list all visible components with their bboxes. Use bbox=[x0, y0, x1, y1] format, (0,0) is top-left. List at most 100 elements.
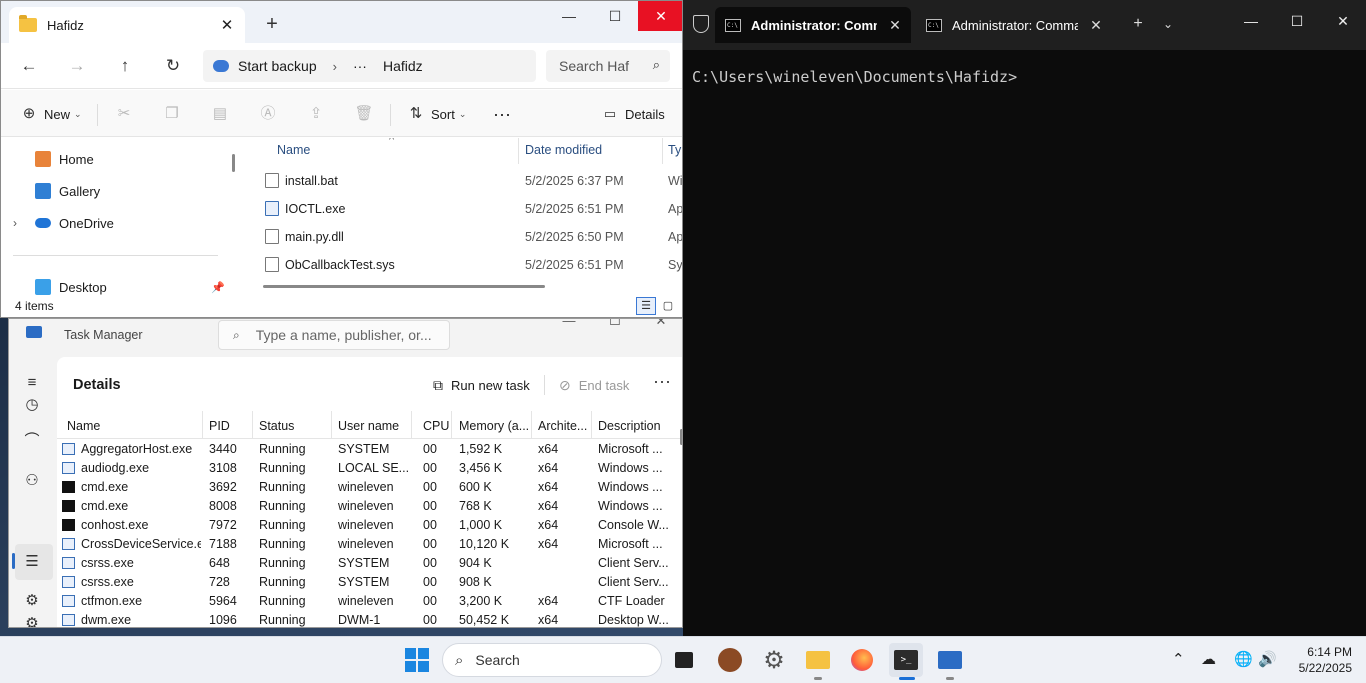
cut-icon[interactable]: ✂ bbox=[114, 102, 134, 126]
breadcrumb-hafidz[interactable]: Hafidz bbox=[383, 58, 423, 74]
forward-arrow-icon[interactable]: → bbox=[63, 53, 91, 79]
close-window-button[interactable]: ✕ bbox=[638, 1, 682, 31]
startup-apps-icon[interactable]: ⌒ bbox=[22, 431, 42, 451]
file-row[interactable]: ObCallbackTest.sys 5/2/2025 6:51 PM Sy bbox=[243, 251, 682, 279]
end-task-button[interactable]: ⊘ End task bbox=[559, 377, 629, 394]
maximize-button[interactable]: ☐ bbox=[592, 1, 638, 31]
users-icon[interactable]: ⚇ bbox=[22, 471, 42, 491]
process-row[interactable]: dwm.exe 1096 Running DWM-1 00 50,452 K x64 Desk… bbox=[57, 611, 682, 627]
process-row[interactable]: conhost.exe 7972 Running wineleven 00 1,000 K… bbox=[57, 516, 682, 535]
settings-app-icon[interactable]: ⚙ bbox=[757, 643, 791, 677]
command-prompt-line[interactable]: C:\Users\wineleven\Documents\Hafidz> bbox=[692, 68, 1017, 86]
process-row[interactable]: cmd.exe 8008 Running wineleven 00 768 K x64 Win… bbox=[57, 497, 682, 516]
breadcrumb-ellipsis[interactable]: ··· bbox=[353, 58, 367, 74]
sort-button[interactable]: ⇅ Sort ⌄ bbox=[406, 102, 467, 126]
more-options-icon[interactable]: ··· bbox=[493, 102, 511, 126]
pin-icon[interactable]: 📌 bbox=[211, 281, 225, 294]
column-header-memory[interactable]: Memory (a... bbox=[459, 419, 529, 433]
address-bar[interactable]: Start backup › ··· Hafidz bbox=[203, 50, 536, 82]
process-status: Running bbox=[259, 537, 306, 551]
more-options-icon[interactable]: ··· bbox=[653, 371, 671, 392]
back-arrow-icon[interactable]: ← bbox=[15, 53, 43, 79]
refresh-icon[interactable]: ↻ bbox=[159, 53, 187, 79]
windows-start-icon[interactable] bbox=[405, 648, 429, 672]
details-view-icon[interactable]: ☰ bbox=[636, 297, 656, 315]
minimize-button[interactable]: — bbox=[546, 1, 592, 31]
terminal-tab-1[interactable]: C:\ Administrator: Comma ✕ bbox=[715, 7, 911, 43]
column-header-architecture[interactable]: Archite... bbox=[538, 419, 592, 433]
column-header-type[interactable]: Ty bbox=[668, 143, 681, 157]
speaker-icon[interactable]: 🔊 bbox=[1258, 650, 1277, 668]
minimize-button[interactable]: — bbox=[1228, 7, 1274, 35]
column-header-status[interactable]: Status bbox=[259, 419, 294, 433]
process-status: Running bbox=[259, 518, 306, 532]
chevron-up-icon[interactable]: ⌃ bbox=[1172, 650, 1185, 668]
run-new-task-button[interactable]: ⧉ Run new task bbox=[433, 377, 530, 394]
column-header-name[interactable]: Name bbox=[67, 419, 100, 433]
explorer-search-input[interactable]: Search Haf ⌕ bbox=[546, 50, 670, 82]
column-header-cpu[interactable]: CPU bbox=[423, 419, 449, 433]
onedrive-offline-icon[interactable]: ☁ bbox=[1201, 650, 1216, 668]
details-pane-button[interactable]: ▭ Details bbox=[600, 102, 665, 126]
maximize-button[interactable]: ☐ bbox=[592, 319, 638, 331]
horizontal-scrollbar[interactable] bbox=[263, 285, 545, 288]
nav-scrollbar[interactable] bbox=[232, 154, 235, 172]
bear-app-icon[interactable] bbox=[713, 643, 747, 677]
network-globe-icon[interactable]: 🌐 bbox=[1234, 650, 1253, 668]
task-manager-app-icon[interactable] bbox=[933, 643, 967, 677]
process-row[interactable]: csrss.exe 728 Running SYSTEM 00 908 K Client S… bbox=[57, 573, 682, 592]
new-button[interactable]: ⊕ New ⌄ bbox=[19, 102, 82, 126]
copy-icon[interactable]: ❐ bbox=[162, 102, 182, 126]
column-header-description[interactable]: Description bbox=[598, 419, 661, 433]
process-row[interactable]: csrss.exe 648 Running SYSTEM 00 904 K Client S… bbox=[57, 554, 682, 573]
new-tab-button[interactable]: + bbox=[259, 12, 285, 38]
file-row[interactable]: IOCTL.exe 5/2/2025 6:51 PM Ap bbox=[243, 195, 682, 223]
nav-item-home[interactable]: Home bbox=[35, 148, 94, 170]
terminal-tab-2[interactable]: C:\ Administrator: Comma ✕ bbox=[916, 7, 1112, 43]
settings-gear-icon[interactable]: ⚙ bbox=[22, 614, 42, 627]
share-icon[interactable]: ⇪ bbox=[306, 102, 326, 126]
process-row[interactable]: CrossDeviceService.e... 7188 Running winele… bbox=[57, 535, 682, 554]
nav-item-gallery[interactable]: Gallery bbox=[35, 180, 100, 202]
new-tab-button[interactable]: + bbox=[1127, 13, 1149, 35]
delete-icon[interactable]: 🗑 bbox=[354, 102, 374, 126]
maximize-button[interactable]: ☐ bbox=[1274, 7, 1320, 35]
column-header-user[interactable]: User name bbox=[338, 419, 399, 433]
column-header-pid[interactable]: PID bbox=[209, 419, 230, 433]
process-row[interactable]: cmd.exe 3692 Running wineleven 00 600 K x64 Win… bbox=[57, 478, 682, 497]
chevron-down-icon[interactable]: ⌄ bbox=[1157, 13, 1179, 35]
breadcrumb-start-backup[interactable]: Start backup bbox=[238, 58, 317, 74]
close-window-button[interactable]: ✕ bbox=[1320, 7, 1366, 35]
nav-item-onedrive[interactable]: OneDrive bbox=[35, 212, 114, 234]
up-arrow-icon[interactable]: ↑ bbox=[111, 53, 139, 79]
close-tab-icon[interactable]: ✕ bbox=[883, 17, 907, 34]
file-explorer-app-icon[interactable] bbox=[801, 643, 835, 677]
task-view-icon[interactable] bbox=[667, 643, 701, 677]
close-window-button[interactable]: ✕ bbox=[638, 319, 682, 331]
process-row[interactable]: ctfmon.exe 5964 Running wineleven 00 3,200 K x… bbox=[57, 592, 682, 611]
taskbar-search-box[interactable]: ⌕ Search bbox=[442, 643, 662, 677]
history-icon[interactable]: ◷ bbox=[22, 395, 42, 415]
task-manager-search-input[interactable]: ⌕ Type a name, publisher, or... bbox=[218, 320, 450, 350]
system-clock[interactable]: 6:14 PM 5/22/2025 bbox=[1299, 644, 1352, 676]
rename-icon[interactable]: Ⓐ bbox=[258, 102, 278, 126]
expand-chevron-icon[interactable]: › bbox=[13, 216, 17, 230]
firefox-app-icon[interactable] bbox=[845, 643, 879, 677]
close-tab-icon[interactable]: ✕ bbox=[215, 16, 239, 34]
terminal-app-icon[interactable]: >_ bbox=[889, 643, 923, 677]
minimize-button[interactable]: — bbox=[546, 319, 592, 331]
hamburger-menu-icon[interactable]: ≡ bbox=[22, 373, 42, 393]
process-row[interactable]: AggregatorHost.exe 3440 Running SYSTEM 00 1,5… bbox=[57, 440, 682, 459]
details-list-icon[interactable]: ☰ bbox=[22, 552, 42, 572]
process-row[interactable]: audiodg.exe 3108 Running LOCAL SE... 00 3,456… bbox=[57, 459, 682, 478]
paste-icon[interactable]: ▤ bbox=[210, 102, 230, 126]
tiles-view-icon[interactable]: ▢ bbox=[658, 297, 678, 315]
column-header-name[interactable]: Name bbox=[277, 143, 310, 157]
column-header-date[interactable]: Date modified bbox=[525, 143, 602, 157]
nav-item-desktop[interactable]: Desktop bbox=[35, 276, 107, 298]
file-row[interactable]: install.bat 5/2/2025 6:37 PM Wi bbox=[243, 167, 682, 195]
close-tab-icon[interactable]: ✕ bbox=[1084, 17, 1108, 34]
explorer-tab[interactable]: Hafidz ✕ bbox=[9, 7, 245, 43]
file-row[interactable]: main.py.dll 5/2/2025 6:50 PM Ap bbox=[243, 223, 682, 251]
services-icon[interactable]: ⚙ bbox=[22, 591, 42, 611]
